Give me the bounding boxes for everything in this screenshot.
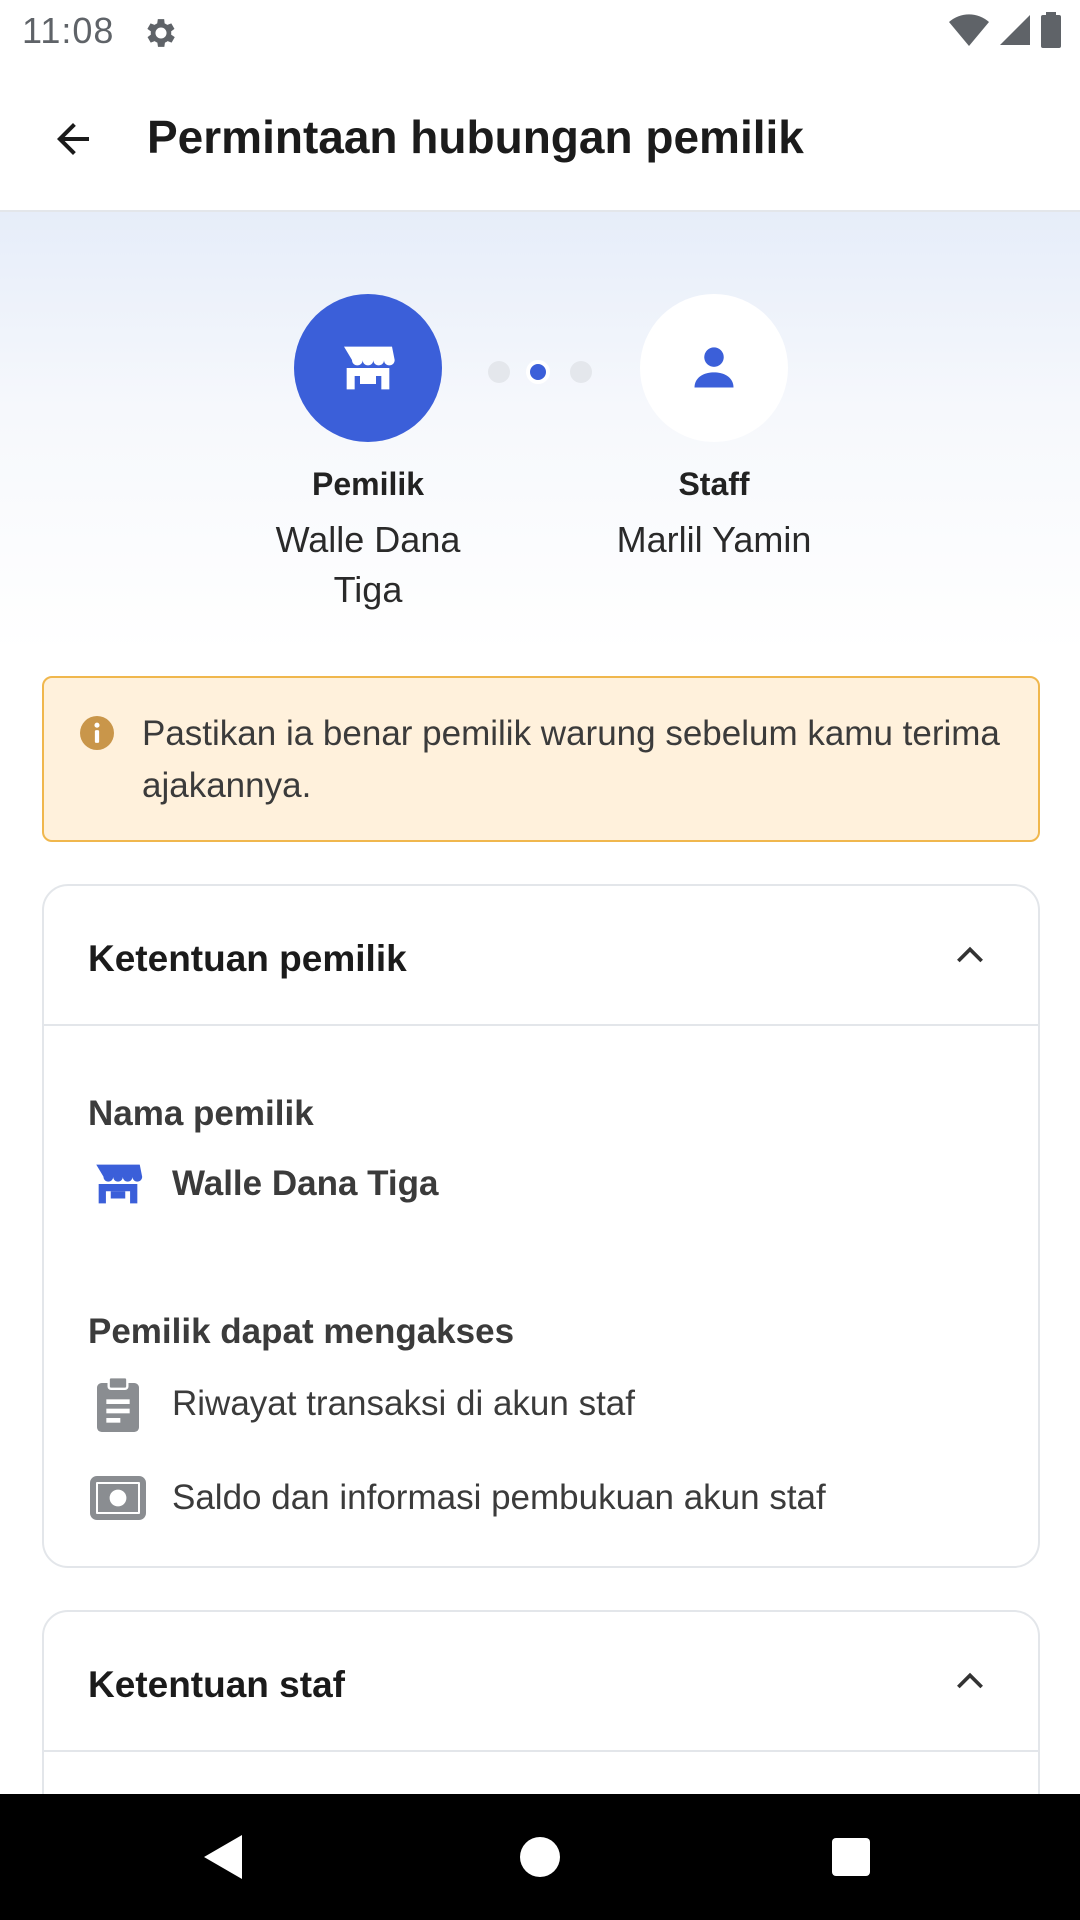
access-item-text: Saldo dan informasi pembukuan akun staf <box>172 1478 826 1517</box>
arrow-back-icon <box>57 123 89 155</box>
staff-avatar <box>640 294 788 442</box>
owner-terms-title: Ketentuan pemilik <box>88 938 407 979</box>
dot-active <box>526 360 550 384</box>
person-icon <box>694 347 734 388</box>
warning-text: Pastikan ia benar pemilik warung sebelum… <box>142 714 1000 805</box>
owner-name: Walle Dana Tiga <box>275 519 461 610</box>
owner-name-label: Nama pemilik <box>88 1094 314 1133</box>
dot-left <box>488 361 510 383</box>
nav-recents-button[interactable] <box>818 1824 884 1890</box>
app-bar: Permintaan hubungan pemilik <box>0 66 1080 212</box>
collapse-owner-terms-button[interactable] <box>946 932 994 980</box>
nav-home-button[interactable] <box>507 1824 573 1890</box>
back-button[interactable] <box>40 106 106 172</box>
store-icon <box>88 1154 148 1214</box>
nav-back-button[interactable] <box>190 1824 256 1890</box>
staff-party: Staff Marlil Yamin <box>584 294 844 565</box>
owner-party: Pemilik Walle Dana Tiga <box>238 294 498 615</box>
info-icon <box>80 716 114 750</box>
back-triangle-icon <box>204 1835 242 1879</box>
page-title: Permintaan hubungan pemilik <box>147 111 804 163</box>
wifi-icon <box>949 14 989 46</box>
status-icons <box>948 12 1062 48</box>
clipboard-icon <box>88 1374 148 1434</box>
signal-icon <box>1000 15 1030 45</box>
store-icon <box>344 346 395 390</box>
system-nav-bar <box>0 1794 1080 1920</box>
access-item-transactions: Riwayat transaksi di akun staf <box>88 1374 635 1434</box>
home-circle-icon <box>520 1837 560 1877</box>
owner-terms-card: Ketentuan pemilik Nama pemilik Walle Dan… <box>42 884 1040 1568</box>
screen: 11:08 Permintaan hubungan pemilik Pemili… <box>0 0 1080 1920</box>
connection-dots <box>486 354 596 384</box>
recents-square-icon <box>832 1838 870 1876</box>
owner-avatar <box>294 294 442 442</box>
access-label: Pemilik dapat mengakses <box>88 1312 515 1351</box>
collapse-staff-terms-button[interactable] <box>946 1658 994 1706</box>
access-item-balance: Saldo dan informasi pembukuan akun staf <box>88 1468 826 1528</box>
owner-name-row: Walle Dana Tiga <box>88 1154 438 1214</box>
battery-icon <box>1041 12 1061 48</box>
staff-role-label: Staff <box>678 466 750 502</box>
owner-role-label: Pemilik <box>311 466 425 502</box>
staff-terms-title: Ketentuan staf <box>88 1664 345 1705</box>
status-bar: 11:08 <box>0 0 1080 66</box>
owner-name-value: Walle Dana Tiga <box>172 1164 439 1203</box>
warning-banner: Pastikan ia benar pemilik warung sebelum… <box>42 676 1040 842</box>
relationship-hero: Pemilik Walle Dana Tiga Staff Marlil Yam… <box>0 212 1080 652</box>
gear-icon <box>147 19 175 47</box>
money-icon <box>88 1468 148 1528</box>
access-item-text: Riwayat transaksi di akun staf <box>172 1384 635 1423</box>
staff-name: Marlil Yamin <box>616 519 812 560</box>
chevron-up-icon <box>957 1672 983 1689</box>
staff-terms-header[interactable]: Ketentuan staf <box>44 1612 1038 1752</box>
chevron-up-icon <box>957 946 983 963</box>
status-time: 11:08 <box>22 10 115 51</box>
owner-terms-header[interactable]: Ketentuan pemilik <box>44 886 1038 1026</box>
